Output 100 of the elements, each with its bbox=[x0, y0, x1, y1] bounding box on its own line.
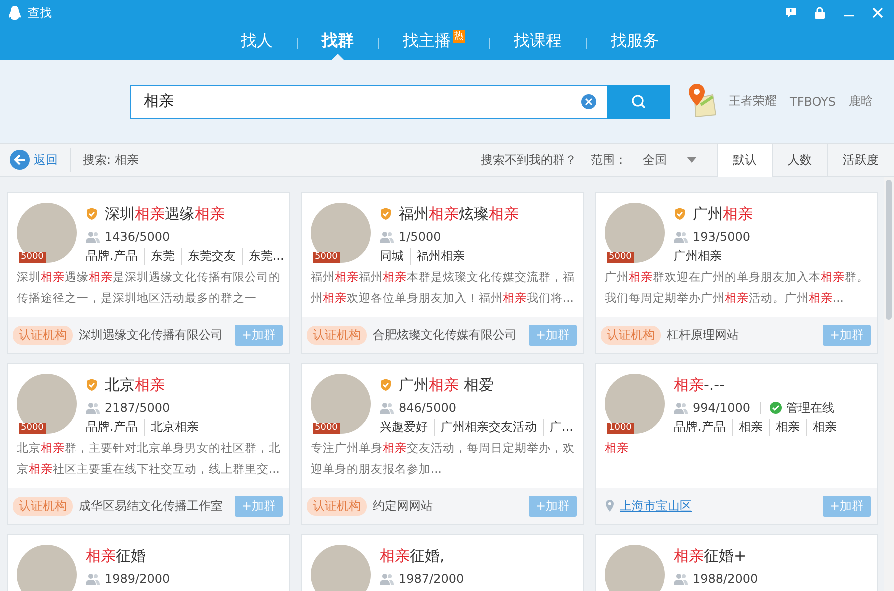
member-count: 1988/2000 bbox=[693, 572, 758, 586]
hot-search-link[interactable]: 鹿晗 bbox=[849, 93, 873, 110]
capacity-badge: 5000 bbox=[19, 252, 46, 263]
feedback-icon[interactable] bbox=[785, 7, 797, 19]
check-icon bbox=[770, 402, 782, 414]
member-count: 1989/2000 bbox=[105, 572, 170, 586]
group-description: 福州相亲福州相亲本群是炫璨文化传媒交流群，福州相亲欢迎各位单身朋友加入！福州相亲我们将... bbox=[310, 269, 576, 307]
group-avatar bbox=[605, 545, 665, 591]
location-link[interactable]: 上海市宝山区 bbox=[620, 498, 692, 514]
members-icon bbox=[380, 402, 394, 414]
group-description: 广州相亲群欢迎在广州的单身朋友加入本相亲群。我们每周定期举办广州相亲活动。广州相亲... bbox=[604, 269, 870, 307]
certified-tag: 认证机构 bbox=[307, 496, 367, 516]
group-title[interactable]: 深圳相亲遇缘相亲 bbox=[105, 204, 225, 224]
certified-tag: 认证机构 bbox=[13, 496, 73, 516]
caret-icon bbox=[687, 157, 697, 163]
members-icon bbox=[86, 573, 100, 585]
capacity-badge: 5000 bbox=[313, 423, 340, 434]
group-avatar bbox=[17, 545, 77, 591]
lock-icon[interactable] bbox=[814, 7, 826, 19]
group-description: 相亲 bbox=[604, 440, 630, 457]
group-description: 专注广州单身相亲交友活动，每周日定期举办，欢迎单身的朋友报名参加... bbox=[310, 440, 576, 478]
search-button[interactable] bbox=[607, 84, 670, 118]
group-tag: 兴趣爱好 bbox=[380, 418, 434, 436]
sort-tab[interactable]: 默认 bbox=[717, 144, 772, 176]
member-count: 846/5000 bbox=[399, 401, 456, 415]
hot-badge: 热 bbox=[453, 30, 465, 43]
member-count: 994/1000 bbox=[693, 401, 750, 415]
members-icon bbox=[674, 231, 688, 243]
close-icon[interactable] bbox=[872, 7, 884, 19]
range-label: 范围： bbox=[591, 152, 627, 168]
group-tag: 广州相亲交友活动 bbox=[434, 418, 543, 436]
group-tag: 相亲 bbox=[768, 418, 806, 436]
group-tag: 同城 bbox=[380, 248, 410, 264]
back-button[interactable]: 返回 bbox=[10, 150, 58, 170]
group-card[interactable]: 1000 相亲-.-- 994/1000 管理在线 品牌.产品 相亲 相亲 相亲 相亲 上海市宝山区 +加群 bbox=[595, 363, 878, 525]
members-icon bbox=[86, 402, 100, 414]
group-title[interactable]: 相亲征婚+ bbox=[674, 546, 747, 566]
members-icon bbox=[674, 573, 688, 585]
admin-online-label: 管理在线 bbox=[786, 400, 834, 416]
group-tag: 相亲 bbox=[732, 418, 769, 436]
capacity-badge: 1000 bbox=[607, 423, 634, 434]
search-query-label: 搜索: 相亲 bbox=[83, 152, 139, 168]
capacity-badge: 5000 bbox=[313, 252, 340, 263]
group-tag: 东莞... bbox=[242, 248, 289, 264]
group-avatar bbox=[311, 545, 371, 591]
group-card[interactable]: 5000 福州相亲炫璨相亲 1/5000 同城 福州相亲 福州相亲福州相亲本群是炫璨文化传媒交流群，福州相亲欢迎各位单身朋友加入！福州相亲我们将... 认证机构 合肥炫璨文化传媒有限公司 +加群 bbox=[301, 192, 584, 354]
member-count: 2187/5000 bbox=[105, 401, 170, 415]
members-icon bbox=[380, 231, 394, 243]
scrollbar[interactable] bbox=[884, 177, 894, 591]
not-found-link[interactable]: 搜索不到我的群？ bbox=[481, 152, 577, 168]
member-count: 1436/5000 bbox=[105, 230, 170, 244]
group-description: 北京相亲群，主要针对北京单身男女的社区群，北京相亲社区主要重在线下社交互动，线上群里交... bbox=[16, 440, 282, 478]
search-field[interactable]: 相亲 bbox=[130, 84, 607, 118]
organization-name: 合肥炫璨文化传媒有限公司 bbox=[373, 326, 517, 344]
group-tag: 广州相亲 bbox=[674, 248, 728, 264]
group-description: 深圳相亲遇缘相亲是深圳遇缘文化传播有限公司的传播途径之一，是深圳地区活动最多的群之一 bbox=[16, 269, 282, 307]
group-card[interactable]: 5000 广州相亲 相爱 846/5000 兴趣爱好 广州相亲交友活动 广... 专注广州单身相亲交友活动，每周日定期举办，欢迎单身的朋友报名参加... 认证机构 约定网网站 +加群 bbox=[301, 363, 584, 525]
group-card[interactable]: 5000 深圳相亲遇缘相亲 1436/5000 品牌.产品 东莞 东莞交友 东莞... 深圳相亲遇缘相亲是深圳遇缘文化传播有限公司的传播途径之一，是深圳地区活动最多的群之一 认证机构 深圳遇缘文化传播有限公司 +加群 bbox=[7, 192, 290, 354]
members-icon bbox=[380, 573, 394, 585]
window-title: 查找 bbox=[28, 4, 52, 22]
organization-name: 深圳遇缘文化传播有限公司 bbox=[79, 326, 223, 344]
member-count: 1/5000 bbox=[399, 230, 442, 244]
certified-tag: 认证机构 bbox=[601, 326, 661, 344]
clear-icon[interactable] bbox=[581, 94, 597, 110]
penguin-icon bbox=[8, 5, 22, 21]
group-title[interactable]: 福州相亲炫璨相亲 bbox=[399, 204, 519, 224]
group-card[interactable]: 相亲征婚+ 1988/2000 bbox=[595, 534, 878, 591]
group-title[interactable]: 北京相亲 bbox=[105, 376, 165, 394]
members-icon bbox=[86, 231, 100, 243]
group-tag: 品牌.产品 bbox=[674, 418, 732, 436]
member-count: 193/5000 bbox=[693, 230, 750, 244]
group-title[interactable]: 广州相亲 相爱 bbox=[399, 376, 494, 394]
group-tag: 品牌.产品 bbox=[86, 248, 144, 264]
certified-tag: 认证机构 bbox=[307, 326, 367, 344]
group-card[interactable]: 相亲征婚 1989/2000 bbox=[7, 534, 290, 591]
group-tag: 广... bbox=[543, 418, 580, 436]
member-count: 1987/2000 bbox=[399, 572, 464, 586]
group-card[interactable]: 5000 广州相亲 193/5000 广州相亲 广州相亲群欢迎在广州的单身朋友加入本相亲群。我们每周定期举办广州相亲活动。广州相亲... 认证机构 杠杆原理网站 +加群 bbox=[595, 192, 878, 354]
organization-name: 约定网网站 bbox=[373, 498, 433, 514]
hot-search-link[interactable]: 王者荣耀 bbox=[729, 93, 777, 110]
map-pin-icon[interactable] bbox=[687, 82, 717, 116]
group-tag: 相亲 bbox=[806, 418, 843, 436]
range-dropdown[interactable]: 全国 bbox=[643, 152, 697, 168]
group-tag: 品牌.产品 bbox=[86, 418, 144, 436]
group-tag: 福州相亲 bbox=[410, 248, 471, 264]
group-title[interactable]: 相亲征婚 bbox=[86, 546, 146, 566]
group-card[interactable]: 相亲征婚, 1987/2000 bbox=[301, 534, 584, 591]
group-title[interactable]: 相亲征婚, bbox=[380, 546, 445, 566]
group-title[interactable]: 广州相亲 bbox=[693, 204, 753, 224]
search-icon bbox=[630, 94, 646, 110]
group-tag: 东莞 bbox=[144, 248, 181, 264]
sort-tab[interactable]: 人数 bbox=[772, 144, 827, 176]
organization-name: 成华区易结文化传播工作室 bbox=[79, 498, 223, 514]
group-title[interactable]: 相亲-.-- bbox=[674, 376, 726, 394]
group-tag: 北京相亲 bbox=[144, 418, 205, 436]
location-pin-icon bbox=[606, 500, 614, 512]
organization-name: 杠杆原理网站 bbox=[667, 326, 739, 344]
capacity-badge: 5000 bbox=[607, 252, 634, 263]
hot-search-link[interactable]: TFBOYS bbox=[790, 94, 836, 108]
group-card[interactable]: 5000 北京相亲 2187/5000 品牌.产品 北京相亲 北京相亲群，主要针对北京单身男女的社区群，北京相亲社区主要重在线下社交互动，线上群里交... 认证机构 成华区易结文化传播工作室 +加群 bbox=[7, 363, 290, 525]
